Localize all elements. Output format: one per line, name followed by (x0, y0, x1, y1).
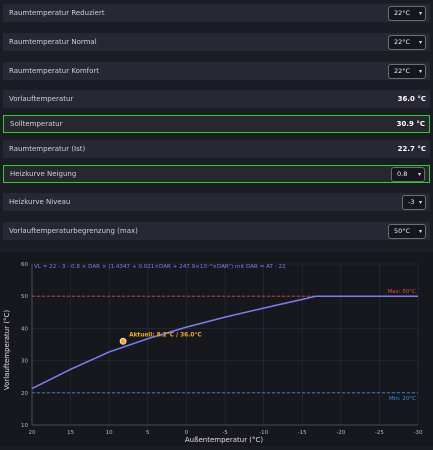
y-tick-label: 60 (21, 262, 28, 268)
x-tick-label: -20 (336, 430, 345, 436)
setting-label: Heizkurve Niveau (9, 198, 71, 206)
y-tick-label: 40 (21, 326, 28, 332)
y-tick-label: 10 (21, 423, 28, 429)
setting-row: Heizkurve Neigung 0.8 ▾ (3, 165, 430, 183)
y-tick-label: 50 (21, 294, 28, 300)
setting-label: Vorlauftemperaturbegrenzung (max) (9, 227, 138, 235)
setting-select-value: 22°C (394, 67, 411, 75)
heating-curve-chart: Max: 50°C Min: 20°C 20 15 10 5 0 -5 -10 -15 -20 -2… (0, 252, 433, 446)
setting-select-value: 50°C (394, 227, 411, 235)
setting-select[interactable]: 0.8 ▾ (391, 166, 425, 182)
x-tick-label: 10 (106, 430, 113, 436)
setting-label: Raumtemperatur Reduziert (9, 9, 105, 17)
chart-axes: 20 15 10 5 0 -5 -10 -15 -20 -25 -30102030405060 (21, 262, 423, 436)
setting-select-value: 0.8 (397, 170, 408, 178)
setting-value: 36.0 °C (397, 95, 426, 103)
setting-row: Vorlauftemperatur 36.0 °C (3, 90, 430, 108)
chart-svg: Max: 50°CMin: 20°C 20 15 10 5 0 -5 -10 -15 -20 -2… (3, 262, 423, 444)
setting-label: Solltemperatur (10, 120, 63, 128)
chevron-down-icon: ▾ (417, 170, 421, 178)
y-tick-label: 20 (21, 391, 28, 397)
current-point-marker (119, 337, 127, 345)
chevron-down-icon: ▾ (418, 67, 422, 75)
chevron-down-icon: ▾ (418, 198, 422, 206)
setting-select[interactable]: -3 ▾ (402, 194, 426, 210)
setting-label: Heizkurve Neigung (10, 170, 77, 178)
chart-formula: VL = 22 - 3 - 0.8 × DAR × (1.4347 + 0.02… (34, 263, 286, 270)
setting-select[interactable]: 22°C ▾ (388, 63, 426, 79)
setting-row: Solltemperatur 30.9 °C (3, 115, 430, 133)
x-tick-label: -15 (298, 430, 307, 436)
setting-label: Raumtemperatur Normal (9, 38, 97, 46)
y-axis-label: Vorlauftemperatur (°C) (3, 310, 11, 391)
setting-value: 30.9 °C (396, 120, 425, 128)
setting-select-value: 22°C (394, 38, 411, 46)
setting-label: Raumtemperatur Komfort (9, 67, 100, 75)
x-axis-label: Außentemperatur (°C) (185, 436, 264, 444)
x-tick-label: 20 (29, 430, 36, 436)
max-limit-label: Max: 50°C (387, 289, 416, 295)
current-point-group: Aktuell: 8.2°C / 36.0°C (119, 332, 202, 345)
setting-row: Vorlauftemperaturbegrenzung (max) 50°C ▾ (3, 222, 430, 240)
setting-select[interactable]: 22°C ▾ (388, 5, 426, 21)
setting-row: Heizkurve Niveau -3 ▾ (3, 193, 430, 211)
chevron-down-icon: ▾ (418, 227, 422, 235)
setting-select[interactable]: 22°C ▾ (388, 34, 426, 50)
chevron-down-icon: ▾ (418, 9, 422, 17)
min-limit-label: Min: 20°C (389, 396, 416, 402)
setting-row: Raumtemperatur Reduziert 22°C ▾ (3, 4, 430, 22)
y-tick-label: 30 (21, 359, 28, 365)
setting-select-value: 22°C (394, 9, 411, 17)
setting-select[interactable]: 50°C ▾ (388, 223, 426, 239)
setting-label: Raumtemperatur (Ist) (9, 145, 86, 153)
current-point-label: Aktuell: 8.2°C / 36.0°C (129, 332, 202, 338)
setting-label: Vorlauftemperatur (9, 95, 74, 103)
setting-row: Raumtemperatur Komfort 22°C ▾ (3, 62, 430, 80)
x-tick-label: 15 (67, 430, 74, 436)
x-tick-label: 5 (146, 430, 150, 436)
setting-value: 22.7 °C (397, 145, 426, 153)
setting-row: Raumtemperatur Normal 22°C ▾ (3, 33, 430, 51)
setting-row: Raumtemperatur (Ist) 22.7 °C (3, 140, 430, 158)
chevron-down-icon: ▾ (418, 38, 422, 46)
setting-select-value: -3 (408, 198, 415, 206)
x-tick-label: -30 (414, 430, 423, 436)
chart-grid (31, 263, 419, 426)
x-tick-label: -25 (375, 430, 384, 436)
